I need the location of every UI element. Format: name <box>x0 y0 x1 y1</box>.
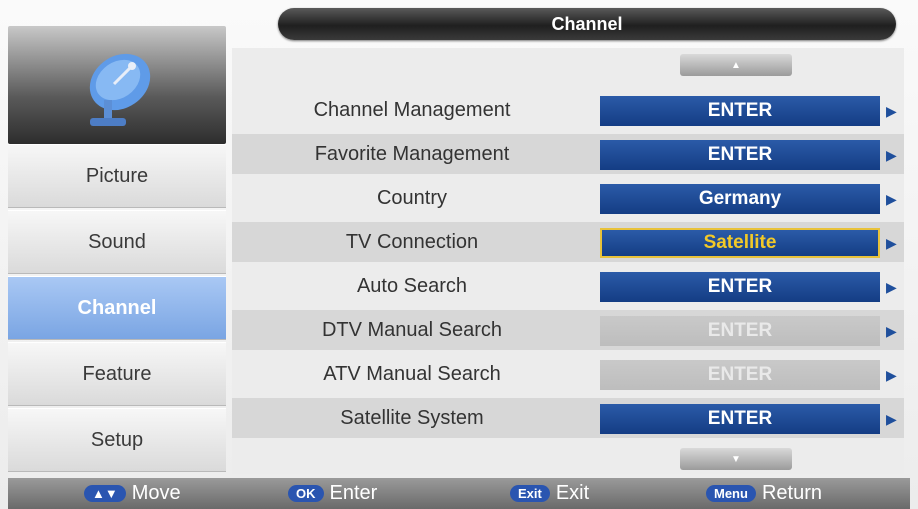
up-down-key-icon: ▲▼ <box>84 485 126 502</box>
hint-label: Exit <box>555 482 590 504</box>
chevron-right-icon: ▶ <box>886 367 897 383</box>
hint-bar: ▲▼ Move OK Enter Exit Exit Menu Return <box>8 478 910 509</box>
sidebar-item-label: Sound <box>88 230 146 253</box>
hint-label: Move <box>131 482 181 504</box>
tv-menu-screen: Channel Picture Sound Channel Feature Se <box>0 0 918 509</box>
row-value-button[interactable]: ENTER <box>600 360 880 390</box>
chevron-right-icon: ▶ <box>886 235 897 251</box>
row-value-button[interactable]: ENTER <box>600 140 880 170</box>
menu-row-tv-connection[interactable]: TV Connection Satellite ▶ <box>232 222 904 262</box>
sidebar-item-label: Picture <box>85 164 149 187</box>
menu-row-satellite-system[interactable]: Satellite System ENTER ▶ <box>232 398 904 438</box>
row-label: TV Connection <box>345 230 479 253</box>
chevron-right-icon: ▶ <box>886 147 897 163</box>
menu-title: Channel <box>278 8 896 40</box>
menu-row-country[interactable]: Country Germany ▶ <box>232 178 904 218</box>
ok-key-icon: OK <box>288 485 324 502</box>
chevron-right-icon: ▶ <box>886 279 897 295</box>
hint-enter: OK Enter <box>288 478 377 509</box>
chevron-right-icon: ▶ <box>886 411 897 427</box>
chevron-up-icon: ▲ <box>731 59 741 71</box>
chevron-right-icon: ▶ <box>886 103 897 119</box>
menu-row-atv-manual-search[interactable]: ATV Manual Search ENTER ▶ <box>232 354 904 394</box>
menu-key-icon: Menu <box>706 485 756 502</box>
chevron-right-icon: ▶ <box>886 323 897 339</box>
category-icon-panel <box>8 26 226 144</box>
menu-row-auto-search[interactable]: Auto Search ENTER ▶ <box>232 266 904 306</box>
hint-move: ▲▼ Move <box>84 478 181 509</box>
row-label: DTV Manual Search <box>321 318 503 341</box>
hint-label: Enter <box>329 482 378 504</box>
menu-row-dtv-manual-search[interactable]: DTV Manual Search ENTER ▶ <box>232 310 904 350</box>
row-label: Channel Management <box>313 98 511 121</box>
row-label: Satellite System <box>340 406 484 429</box>
hint-return: Menu Return <box>706 478 822 509</box>
satellite-dish-icon <box>89 53 151 126</box>
row-label: ATV Manual Search <box>323 362 501 385</box>
scroll-up-button[interactable]: ▲ <box>680 54 792 76</box>
sidebar-item-picture[interactable]: Picture <box>8 144 226 208</box>
sidebar-item-feature[interactable]: Feature <box>8 342 226 406</box>
hint-label: Return <box>761 482 822 504</box>
menu-row-favorite-management[interactable]: Favorite Management ENTER ▶ <box>232 134 904 174</box>
chevron-down-icon: ▼ <box>731 453 741 465</box>
sidebar-item-label: Setup <box>90 428 144 451</box>
menu-row-channel-management[interactable]: Channel Management ENTER ▶ <box>232 90 904 130</box>
category-sidebar: Picture Sound Channel Feature Setup <box>8 26 226 476</box>
row-label: Favorite Management <box>314 142 510 165</box>
hint-exit: Exit Exit <box>510 478 589 509</box>
sidebar-item-sound[interactable]: Sound <box>8 210 226 274</box>
sidebar-item-setup[interactable]: Setup <box>8 408 226 472</box>
exit-key-icon: Exit <box>510 485 550 502</box>
tv-connection-select[interactable]: Satellite <box>600 228 880 258</box>
sidebar-item-label: Channel <box>77 296 157 319</box>
row-value-button[interactable]: ENTER <box>600 316 880 346</box>
country-select[interactable]: Germany <box>600 184 880 214</box>
channel-settings-panel: ▲ Channel Management ENTER ▶ Favorite Ma… <box>232 48 904 474</box>
row-label: Country <box>376 186 448 209</box>
scroll-down-button[interactable]: ▼ <box>680 448 792 470</box>
row-value-button[interactable]: ENTER <box>600 272 880 302</box>
sidebar-item-label: Feature <box>82 362 152 385</box>
row-value-button[interactable]: ENTER <box>600 404 880 434</box>
row-label: Auto Search <box>356 274 468 297</box>
row-value-button[interactable]: ENTER <box>600 96 880 126</box>
sidebar-item-channel[interactable]: Channel <box>8 276 226 340</box>
chevron-right-icon: ▶ <box>886 191 897 207</box>
